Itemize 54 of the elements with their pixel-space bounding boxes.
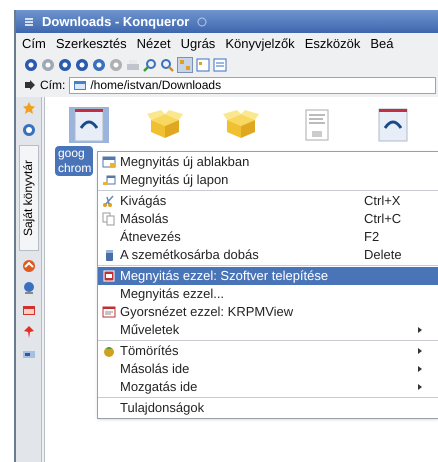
tree-view-icon[interactable] bbox=[196, 58, 210, 72]
toolbar-round-icon[interactable] bbox=[75, 58, 89, 72]
window-menu-icon[interactable] bbox=[24, 16, 34, 26]
viewer-icon bbox=[102, 305, 116, 319]
window-title: Downloads - Konqueror bbox=[42, 12, 190, 31]
context-menu-item[interactable]: Megnyitás ezzel... bbox=[98, 285, 438, 303]
star-icon[interactable] bbox=[22, 101, 36, 115]
context-menu-item[interactable]: Gyorsnézet ezzel: KRPMView bbox=[98, 303, 438, 321]
context-menu-item[interactable]: Megnyitás új ablakban bbox=[98, 153, 438, 171]
context-menu-item[interactable]: Mozgatás ide bbox=[98, 378, 438, 396]
context-menu-item[interactable]: A szemétkosárba dobás Delete bbox=[98, 246, 438, 264]
menu-item[interactable]: Ugrás bbox=[180, 34, 216, 54]
file-icon-cell[interactable] bbox=[69, 107, 109, 143]
sidebar-tab[interactable]: Saját könyvtár bbox=[18, 145, 38, 251]
file-name[interactable]: goog chrom bbox=[55, 146, 93, 176]
copy-icon bbox=[102, 212, 116, 226]
folder-icon[interactable] bbox=[22, 303, 36, 317]
context-menu-item[interactable]: Megnyitás új lapon bbox=[98, 171, 438, 189]
box-icon bbox=[223, 110, 259, 140]
arrow-icon bbox=[24, 80, 36, 90]
zoom-out-icon[interactable] bbox=[160, 58, 174, 72]
document-icon bbox=[305, 109, 329, 141]
menu-item[interactable]: Beá bbox=[370, 34, 394, 54]
menu-item[interactable]: Cím bbox=[22, 34, 46, 54]
context-menu-item[interactable]: Másolás Ctrl+C bbox=[98, 210, 438, 228]
scissors-icon bbox=[102, 194, 116, 208]
menu-item[interactable]: Nézet bbox=[136, 34, 171, 54]
zoom-in-icon[interactable] bbox=[143, 58, 157, 72]
window-icon bbox=[102, 155, 116, 169]
box-icon bbox=[147, 110, 183, 140]
context-menu-item[interactable]: Másolás ide bbox=[98, 360, 438, 378]
submenu-arrow-icon bbox=[418, 327, 422, 333]
submenu-arrow-icon bbox=[418, 366, 422, 372]
context-menu-item[interactable]: Tulajdonságok bbox=[98, 399, 438, 417]
context-menu-item[interactable]: Megnyitás ezzel: Szoftver telepítése bbox=[98, 267, 438, 285]
rpm-file-icon bbox=[378, 108, 408, 142]
menu-item[interactable]: Eszközök bbox=[304, 34, 360, 54]
context-menu-item[interactable]: Műveletek bbox=[98, 321, 438, 339]
submenu-arrow-icon bbox=[418, 348, 422, 354]
toolbar-round-icon[interactable] bbox=[24, 58, 38, 72]
folder-icon bbox=[74, 80, 86, 90]
address-field[interactable]: /home/istvan/Downloads bbox=[69, 76, 436, 94]
context-menu-item[interactable]: Tömörítés bbox=[98, 342, 438, 360]
context-menu-item[interactable]: Átnevezés F2 bbox=[98, 228, 438, 246]
menu-item[interactable]: Könyvjelzők bbox=[225, 34, 295, 54]
rpm-file-icon bbox=[74, 108, 104, 142]
context-menu-item[interactable]: Kivágás Ctrl+X bbox=[98, 192, 438, 210]
toolbar-round-icon[interactable] bbox=[58, 58, 72, 72]
address-label: Cím: bbox=[40, 77, 66, 94]
tab-icon bbox=[102, 173, 116, 187]
list-view-icon[interactable] bbox=[213, 58, 227, 72]
submenu-arrow-icon bbox=[418, 384, 422, 390]
menu-item[interactable]: Szerkesztés bbox=[56, 34, 127, 54]
toolbar-round-icon[interactable] bbox=[92, 58, 106, 72]
